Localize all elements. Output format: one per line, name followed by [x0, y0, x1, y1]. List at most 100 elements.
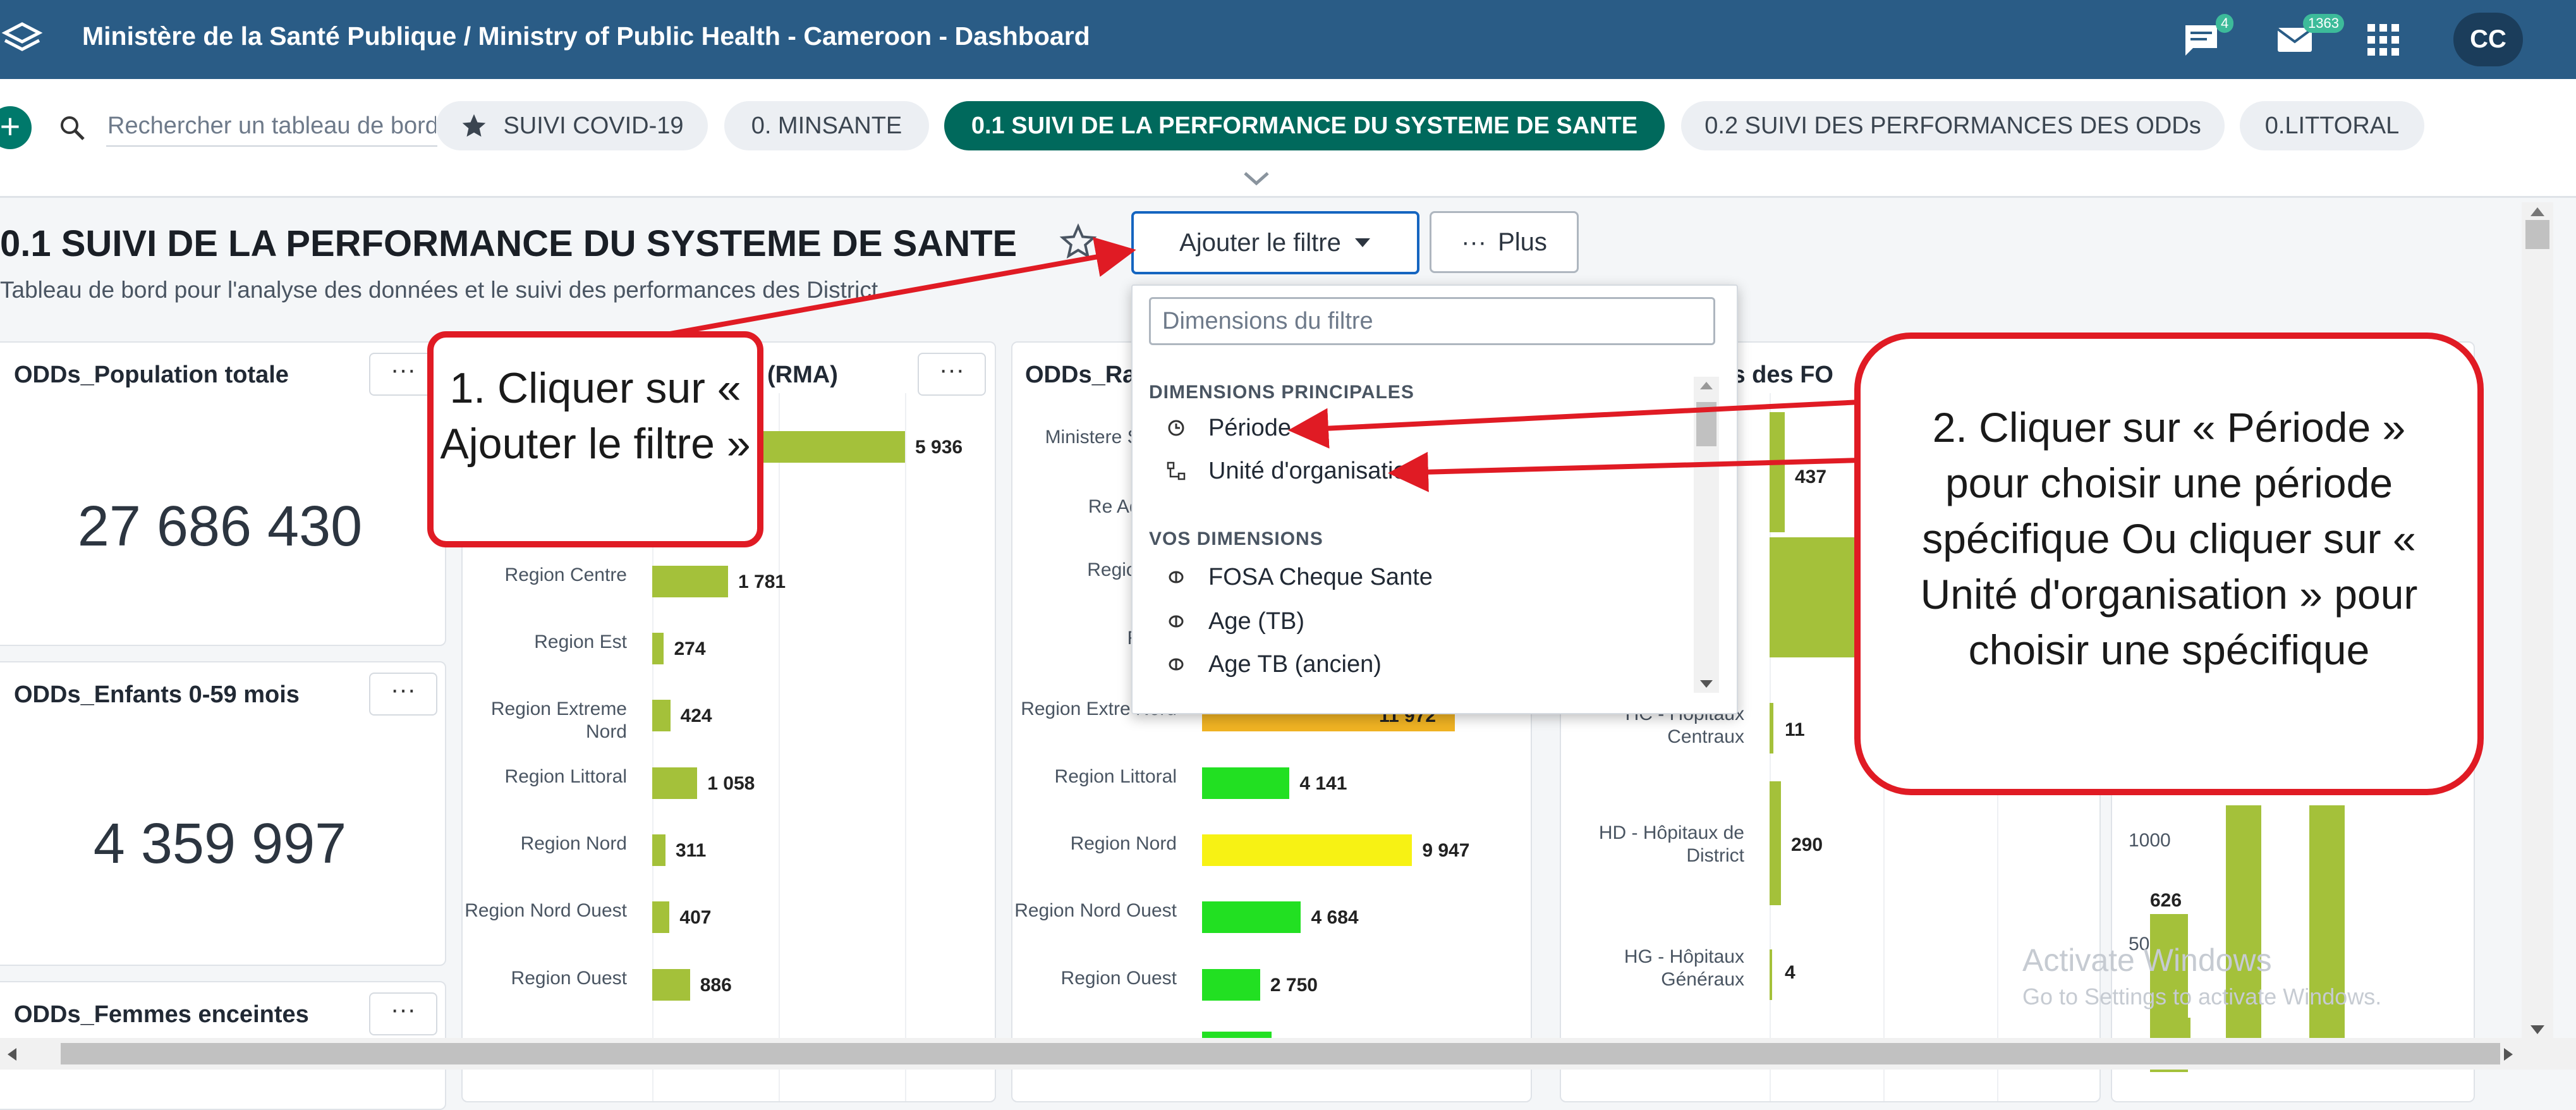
- value-label: 437: [1795, 467, 1827, 487]
- card-population-totale: ODDs_Population totale ··· 27 686 430: [0, 341, 446, 646]
- app-title: Ministère de la Santé Publique / Ministr…: [82, 21, 1090, 51]
- tab-label: 0.2 SUIVI DES PERFORMANCES DES ODDs: [1704, 112, 2201, 139]
- dimension-item-periode[interactable]: Période: [1208, 415, 1291, 442]
- value-label: 424: [680, 705, 712, 726]
- card-value: 27 686 430: [77, 495, 363, 558]
- scroll-right-icon[interactable]: [2503, 1047, 2514, 1062]
- page-scrollbar-thumb[interactable]: [2525, 220, 2549, 249]
- value-label: 4 141: [1299, 773, 1347, 794]
- app-header: Ministère de la Santé Publique / Ministr…: [0, 0, 2576, 79]
- page-horizontal-scrollbar[interactable]: [0, 1038, 2576, 1070]
- bar: [652, 700, 671, 731]
- more-button[interactable]: ··· Plus: [1430, 211, 1579, 273]
- card-title: ODDs_Enfants 0-59 mois: [14, 681, 300, 708]
- bar: [1770, 781, 1781, 905]
- scroll-down-icon[interactable]: [2529, 1024, 2546, 1035]
- callout-step2: 2. Cliquer sur « Période » pour choisir …: [1854, 332, 2484, 795]
- value-label: 290: [1791, 834, 1823, 855]
- tab-littoral[interactable]: 0.LITTORAL: [2240, 101, 2424, 150]
- filter-dimensions-search-input[interactable]: [1149, 297, 1715, 345]
- mail-count-badge: 1363: [2303, 14, 2344, 33]
- scroll-down-icon[interactable]: [1699, 679, 1714, 689]
- card-menu-button[interactable]: ···: [369, 673, 437, 716]
- card-enfants-0-59-mois: ODDs_Enfants 0-59 mois ··· 4 359 997: [0, 661, 446, 966]
- more-label: Plus: [1498, 228, 1547, 256]
- bar: [1202, 901, 1301, 933]
- search-icon: [61, 116, 85, 140]
- value-label: 2 750: [1270, 975, 1318, 996]
- category-label: Region Est: [534, 631, 627, 652]
- bar: [1202, 969, 1260, 1001]
- clock-icon: [1168, 420, 1184, 436]
- bar: [652, 834, 665, 866]
- value-label: 1 058: [707, 773, 755, 794]
- gridline: [779, 393, 780, 1101]
- bar: [652, 969, 690, 1001]
- watermark-line1: Activate Windows: [2022, 942, 2272, 978]
- add-filter-button[interactable]: Ajouter le filtre: [1131, 211, 1419, 274]
- dimension-item-fosa-cheque-sante[interactable]: FOSA Cheque Sante: [1208, 564, 1433, 591]
- scroll-left-icon[interactable]: [6, 1047, 18, 1062]
- category-label: Region Nord: [1070, 833, 1177, 854]
- value-label: 311: [675, 840, 707, 861]
- value-label: 11: [1785, 719, 1805, 740]
- value-label: 9 947: [1422, 840, 1470, 861]
- page-vertical-scrollbar[interactable]: [2522, 202, 2553, 1043]
- bar: [1770, 703, 1773, 753]
- tab-label: 0.1 SUIVI DE LA PERFORMANCE DU SYSTEME D…: [971, 112, 1638, 139]
- bar: [1770, 412, 1785, 532]
- dropdown-scrollbar[interactable]: [1694, 377, 1719, 693]
- tab-suivi-performances-odds[interactable]: 0.2 SUIVI DES PERFORMANCES DES ODDs: [1681, 101, 2225, 150]
- tab-label: 0. MINSANTE: [751, 112, 902, 139]
- bar: [652, 767, 698, 799]
- bar: [1202, 767, 1290, 799]
- dashboard-search-input[interactable]: [106, 106, 437, 147]
- dashboard-description: Tableau de bord pour l'analyse des donné…: [0, 277, 878, 303]
- section-your-dimensions: VOS DIMENSIONS: [1149, 528, 1323, 549]
- messages-count-badge: 4: [2216, 14, 2234, 33]
- dimension-item-age-tb-ancien[interactable]: Age TB (ancien): [1208, 651, 1382, 678]
- tab-label: 0.LITTORAL: [2264, 112, 2400, 139]
- app-logo-icon[interactable]: [0, 18, 44, 62]
- category-label: Region Ouest: [1060, 968, 1177, 989]
- value-label: 274: [674, 638, 706, 659]
- value-label: 4 684: [1311, 907, 1359, 928]
- scroll-up-icon[interactable]: [2529, 206, 2546, 217]
- star-outline-icon[interactable]: [1059, 223, 1097, 260]
- bar: [1770, 949, 1772, 1000]
- y-tick: 1000: [2129, 830, 2171, 851]
- user-avatar[interactable]: CC: [2453, 13, 2523, 66]
- value-label: 1 781: [738, 571, 786, 592]
- chevron-down-icon[interactable]: [1241, 169, 1272, 188]
- card-menu-button[interactable]: ···: [369, 992, 437, 1035]
- more-dots-icon: ···: [1461, 228, 1487, 256]
- scroll-up-icon[interactable]: [1699, 381, 1714, 391]
- bar: [1202, 834, 1413, 866]
- category-label: Region Extreme Nord: [490, 698, 627, 742]
- category-label: Region Nord Ouest: [465, 900, 627, 921]
- gridline: [905, 393, 906, 1101]
- value-label: 5 936: [915, 437, 963, 458]
- dimension-icon: [1169, 658, 1184, 671]
- tab-suivi-performance-systeme[interactable]: 0.1 SUIVI DE LA PERFORMANCE DU SYSTEME D…: [944, 101, 1665, 150]
- tab-suivi-covid[interactable]: SUIVI COVID-19: [436, 101, 708, 150]
- bar: [1770, 537, 1864, 657]
- apps-grid-icon[interactable]: [2364, 20, 2403, 59]
- dimension-item-age-tb[interactable]: Age (TB): [1208, 608, 1304, 635]
- dropdown-scrollbar-thumb[interactable]: [1696, 402, 1716, 446]
- section-main-dimensions: DIMENSIONS PRINCIPALES: [1149, 382, 1414, 403]
- watermark-line2: Go to Settings to activate Windows.: [2022, 984, 2382, 1009]
- tab-minsante[interactable]: 0. MINSANTE: [724, 101, 929, 150]
- horizontal-scrollbar-thumb[interactable]: [61, 1043, 2500, 1064]
- category-label: Region Nord: [520, 833, 627, 854]
- bar: [652, 566, 728, 597]
- value-label: 626: [2150, 890, 2182, 911]
- category-label: HD - Hôpitaux de District: [1598, 822, 1744, 866]
- category-label: Region Littoral: [504, 766, 627, 787]
- messages-icon[interactable]: [2182, 20, 2221, 59]
- category-label: Region Ouest: [511, 968, 627, 989]
- dimension-item-unite-organisation[interactable]: Unité d'organisation: [1208, 458, 1420, 485]
- category-label: Region Littoral: [1054, 766, 1177, 787]
- category-label: Region Nord Ouest: [1014, 900, 1177, 921]
- dimension-icon: [1169, 615, 1184, 628]
